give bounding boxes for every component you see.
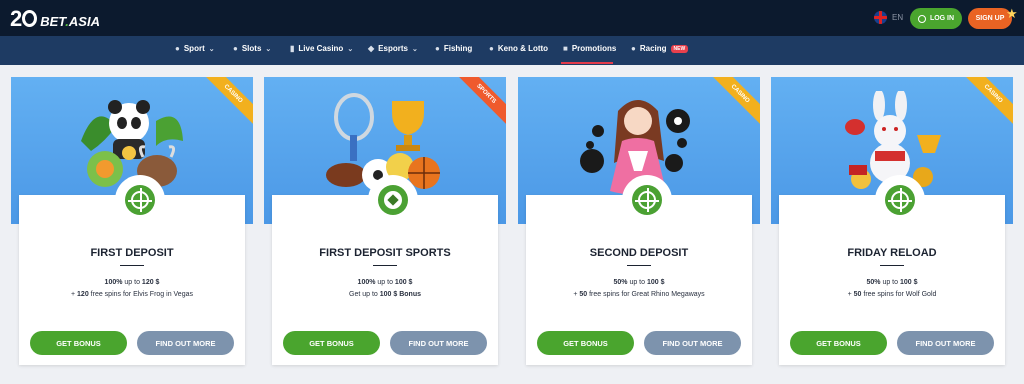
promo-offer-line: 100% up to 120 $ <box>104 279 160 286</box>
title-divider <box>880 265 904 266</box>
compass-icon <box>888 188 912 212</box>
get-bonus-button[interactable]: GET BONUS <box>537 331 634 355</box>
get-bonus-button[interactable]: GET BONUS <box>30 331 127 355</box>
promo-card-second-deposit: CASINO SECOND DEPOSIT 50% up to 100 $ + … <box>518 77 760 365</box>
promo-extra-line: + 120 free spins for Elvis Frog in Vegas <box>70 291 193 298</box>
live-casino-icon: ▮ <box>290 44 295 53</box>
nav-label: Slots <box>241 44 262 53</box>
site-logo[interactable]: 2 BET.ASIA <box>10 6 100 32</box>
nav-label: Racing <box>639 44 667 53</box>
promo-title: FIRST DEPOSIT <box>90 247 174 259</box>
logo-number: 2 <box>10 6 38 32</box>
nav-label: Promotions <box>571 44 617 53</box>
title-divider <box>627 265 651 266</box>
title-divider <box>373 265 397 266</box>
compass-icon <box>635 188 659 212</box>
nav-item-esports[interactable]: ◆ Esports ⌄ <box>368 44 418 53</box>
category-ribbon: CASINO <box>699 77 760 135</box>
fishing-icon: ● <box>435 44 440 53</box>
promo-card-friday-reload: CASINO FRIDAY RELOAD 50% up to 100 $ + 5… <box>771 77 1013 365</box>
rocket-icon: ★ <box>1006 6 1018 21</box>
chevron-down-icon: ⌄ <box>265 45 272 53</box>
new-badge: NEW <box>670 44 689 53</box>
nav-item-live-casino[interactable]: ▮ Live Casino ⌄ <box>290 44 353 53</box>
uk-flag-icon <box>874 11 887 24</box>
language-selector[interactable]: EN <box>874 11 903 24</box>
promo-card-first-deposit: CASINO FIRST DEPOSIT 100% up to 120 $ + … <box>11 77 253 365</box>
nav-label: Sport <box>183 44 205 53</box>
main-nav: ● Sport ⌄ ● Slots ⌄ ▮ Live Casino ⌄ ◆ Es… <box>0 36 1024 65</box>
promo-offer-line: 50% up to 100 $ <box>866 279 918 286</box>
slots-icon: ● <box>233 44 238 53</box>
chevron-down-icon: ⌄ <box>411 45 418 53</box>
nav-item-fishing[interactable]: ● Fishing <box>435 44 472 53</box>
promo-panel: FRIDAY RELOAD 50% up to 100 $ + 50 free … <box>779 175 1005 365</box>
language-code: EN <box>892 13 904 22</box>
soccer-ball-icon <box>384 191 402 209</box>
nav-label: Keno & Lotto <box>497 44 549 53</box>
promo-panel: FIRST DEPOSIT SPORTS 100% up to 100 $ Ge… <box>272 175 498 365</box>
nav-item-racing[interactable]: ● Racing NEW <box>631 44 689 53</box>
promo-emblem <box>115 175 165 225</box>
promo-title: FRIDAY RELOAD <box>847 247 937 259</box>
chevron-down-icon: ⌄ <box>347 45 354 53</box>
category-ribbon: CASINO <box>192 77 253 135</box>
nav-label: Esports <box>378 44 408 53</box>
promo-extra-line: + 50 free spins for Wolf Gold <box>847 291 937 298</box>
get-bonus-button[interactable]: GET BONUS <box>790 331 887 355</box>
keno-icon: ● <box>489 44 494 53</box>
signup-label: SIGN UP <box>975 15 1005 22</box>
promo-panel: FIRST DEPOSIT 100% up to 120 $ + 120 fre… <box>19 175 245 365</box>
chevron-down-icon: ⌄ <box>208 45 215 53</box>
nav-item-promotions[interactable]: ■ Promotions <box>563 44 616 53</box>
promo-emblem <box>368 175 418 225</box>
promo-card-first-deposit-sports: SPORTS FIRST DEPOSIT SPORTS 100% up to 1… <box>264 77 506 365</box>
top-bar: 2 BET.ASIA EN LOG IN SIGN UP ★ <box>0 0 1024 36</box>
promo-title: FIRST DEPOSIT SPORTS <box>319 247 451 259</box>
login-button[interactable]: LOG IN <box>910 8 962 29</box>
nav-label: Fishing <box>443 44 473 53</box>
gift-icon: ■ <box>563 44 568 53</box>
nav-item-keno-lotto[interactable]: ● Keno & Lotto <box>489 44 548 53</box>
find-out-more-button[interactable]: FIND OUT MORE <box>137 331 234 355</box>
find-out-more-button[interactable]: FIND OUT MORE <box>897 331 994 355</box>
promo-extra-line: Get up to 100 $ Bonus <box>349 291 421 298</box>
title-divider <box>120 265 144 266</box>
gamepad-icon: ◆ <box>368 44 375 53</box>
category-ribbon: SPORTS <box>445 77 506 135</box>
active-tab-indicator <box>561 62 613 64</box>
promo-panel: SECOND DEPOSIT 50% up to 100 $ + 50 free… <box>526 175 752 365</box>
find-out-more-button[interactable]: FIND OUT MORE <box>644 331 741 355</box>
logo-text: BET.ASIA <box>40 14 100 29</box>
find-out-more-button[interactable]: FIND OUT MORE <box>390 331 487 355</box>
promo-offer-line: 100% up to 100 $ <box>357 279 413 286</box>
nav-label: Live Casino <box>298 44 344 53</box>
racing-icon: ● <box>631 44 636 53</box>
category-ribbon: CASINO <box>952 77 1013 135</box>
sport-icon: ● <box>175 44 180 53</box>
user-icon <box>917 14 926 23</box>
promo-emblem <box>622 175 672 225</box>
promo-title: SECOND DEPOSIT <box>589 247 689 259</box>
login-label: LOG IN <box>929 15 955 22</box>
get-bonus-button[interactable]: GET BONUS <box>283 331 380 355</box>
promo-offer-line: 50% up to 100 $ <box>613 279 665 286</box>
compass-icon <box>128 188 152 212</box>
promo-emblem <box>875 175 925 225</box>
promo-extra-line: + 50 free spins for Great Rhino Megaways <box>573 291 705 298</box>
nav-item-sport[interactable]: ● Sport ⌄ <box>175 44 215 53</box>
nav-item-slots[interactable]: ● Slots ⌄ <box>233 44 271 53</box>
